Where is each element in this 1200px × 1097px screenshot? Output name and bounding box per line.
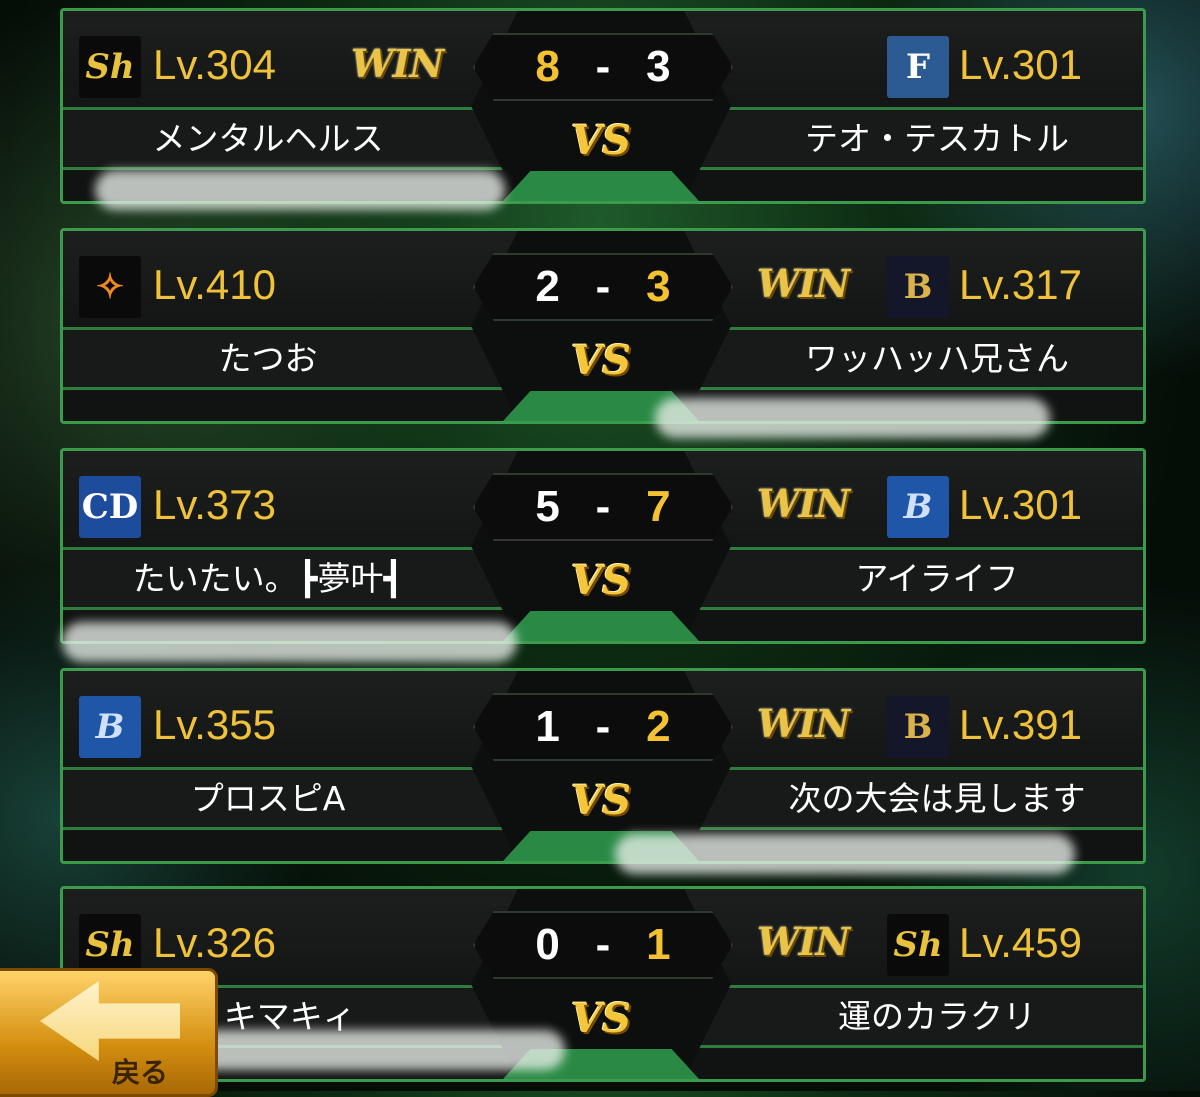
left-score: 1	[535, 702, 560, 751]
team-logo-baystars-icon: B	[79, 696, 141, 758]
redaction-smudge	[615, 834, 1075, 874]
score-box: 8 - 3	[473, 33, 733, 101]
vs-label: VS	[571, 337, 631, 384]
right-player-level: Lv.459	[959, 919, 1082, 966]
right-player-name: ワッハッハ兄さん	[805, 339, 1069, 378]
score-box: 2 - 3	[473, 253, 733, 321]
win-badge: WIN	[756, 481, 850, 526]
left-player-name: メンタルヘルス	[152, 119, 384, 158]
back-button[interactable]: 戻る	[0, 968, 218, 1097]
right-player-level: Lv.301	[959, 481, 1082, 528]
left-score: 8	[535, 42, 560, 91]
team-logo-baystars-icon: B	[887, 476, 949, 538]
vs-label: VS	[571, 777, 631, 824]
vs-label: VS	[571, 995, 631, 1042]
right-player-level: Lv.391	[959, 701, 1082, 748]
left-player-level: Lv.326	[153, 919, 276, 966]
right-player-name: 次の大会は見します	[788, 779, 1086, 818]
score-dash: -	[595, 702, 611, 751]
right-score: 3	[646, 42, 671, 91]
right-player-level: Lv.301	[959, 41, 1082, 88]
team-logo-hawks-icon: Sh	[887, 914, 949, 976]
score-dash: -	[595, 920, 611, 969]
score-dash: -	[595, 482, 611, 531]
score-box: 1 - 2	[473, 693, 733, 761]
left-player-level: Lv.373	[153, 481, 276, 528]
left-player-level: Lv.410	[153, 261, 276, 308]
left-player-level: Lv.304	[153, 41, 276, 88]
score-box: 0 - 1	[473, 911, 733, 979]
right-player-level: Lv.317	[959, 261, 1082, 308]
left-score: 0	[535, 920, 560, 969]
right-score: 2	[646, 702, 671, 751]
back-button-label: 戻る	[112, 1056, 169, 1089]
team-logo-hawks-icon: Sh	[79, 36, 141, 98]
score-dash: -	[595, 262, 611, 311]
win-badge: WIN	[756, 919, 850, 964]
match-card-3[interactable]: CD Lv.373 5 - 7 WIN B Lv.301 たいたい。┣夢叶┫ V…	[60, 448, 1146, 644]
right-score: 1	[646, 920, 671, 969]
win-badge: WIN	[756, 261, 850, 306]
redaction-smudge	[655, 398, 1050, 438]
team-logo-fighters-icon: F	[887, 36, 949, 98]
left-player-name: プロスピA	[190, 779, 346, 818]
match-card-2[interactable]: ✧ Lv.410 2 - 3 WIN B Lv.317 たつお VS ワッハッハ…	[60, 228, 1146, 424]
win-badge: WIN	[756, 701, 850, 746]
left-player-name: たつお	[218, 339, 318, 378]
score-dash: -	[595, 42, 611, 91]
left-player-name: たいたい。┣夢叶┫	[132, 559, 404, 598]
win-badge: WIN	[350, 41, 444, 86]
right-player-name: 運のカラクリ	[838, 997, 1036, 1036]
left-score: 2	[535, 262, 560, 311]
right-player-name: アイライフ	[855, 559, 1019, 598]
team-logo-buffaloes-icon: B	[887, 696, 949, 758]
back-arrow-icon	[40, 981, 180, 1061]
team-logo-hawks-icon: Sh	[79, 914, 141, 976]
team-logo-buffaloes-icon: B	[887, 256, 949, 318]
score-box: 5 - 7	[473, 473, 733, 541]
right-score: 3	[646, 262, 671, 311]
vs-label: VS	[571, 117, 631, 164]
right-player-name: テオ・テスカトル	[805, 119, 1069, 158]
team-logo-giants-icon: ✧	[79, 256, 141, 318]
team-logo-dragons-icon: CD	[79, 476, 141, 538]
redaction-smudge	[62, 622, 517, 662]
vs-label: VS	[571, 557, 631, 604]
left-score: 5	[535, 482, 560, 531]
left-player-level: Lv.355	[153, 701, 276, 748]
right-score: 7	[646, 482, 671, 531]
redaction-smudge	[95, 170, 505, 210]
